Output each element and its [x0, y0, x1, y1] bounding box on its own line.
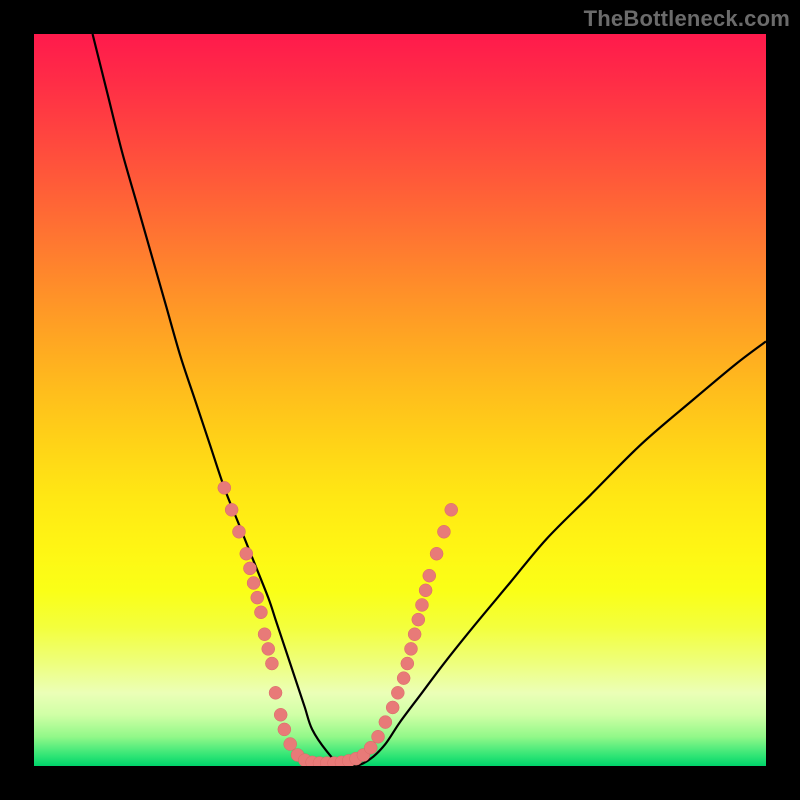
- highlight-dot: [379, 716, 392, 729]
- highlight-dot: [423, 569, 436, 582]
- highlight-dot: [386, 701, 399, 714]
- highlight-dot: [412, 613, 425, 626]
- highlight-dot: [437, 525, 450, 538]
- highlight-dot: [364, 741, 377, 754]
- curve-layer: [93, 34, 766, 766]
- highlight-dot: [269, 686, 282, 699]
- highlight-dot: [372, 730, 385, 743]
- highlight-dot: [415, 598, 428, 611]
- watermark-text: TheBottleneck.com: [584, 6, 790, 32]
- chart-svg: [34, 34, 766, 766]
- bottleneck-curve: [93, 34, 766, 766]
- highlight-dot: [262, 642, 275, 655]
- plot-area: [34, 34, 766, 766]
- highlight-dot: [419, 584, 432, 597]
- highlight-dot: [430, 547, 443, 560]
- highlight-dot: [225, 503, 238, 516]
- highlight-dot: [284, 738, 297, 751]
- highlight-dot: [404, 642, 417, 655]
- highlight-dot: [274, 708, 287, 721]
- highlight-dot: [397, 672, 410, 685]
- highlight-dot: [251, 591, 264, 604]
- highlight-dot: [218, 481, 231, 494]
- marker-layer: [218, 481, 458, 766]
- highlight-dot: [247, 577, 260, 590]
- highlight-dot: [401, 657, 414, 670]
- highlight-dot: [258, 628, 271, 641]
- highlight-dot: [391, 686, 404, 699]
- highlight-dot: [445, 503, 458, 516]
- highlight-dot: [243, 562, 256, 575]
- highlight-dot: [278, 723, 291, 736]
- highlight-dot: [265, 657, 278, 670]
- highlight-dot: [254, 606, 267, 619]
- chart-frame: TheBottleneck.com: [0, 0, 800, 800]
- highlight-dot: [232, 525, 245, 538]
- highlight-dot: [408, 628, 421, 641]
- highlight-dot: [240, 547, 253, 560]
